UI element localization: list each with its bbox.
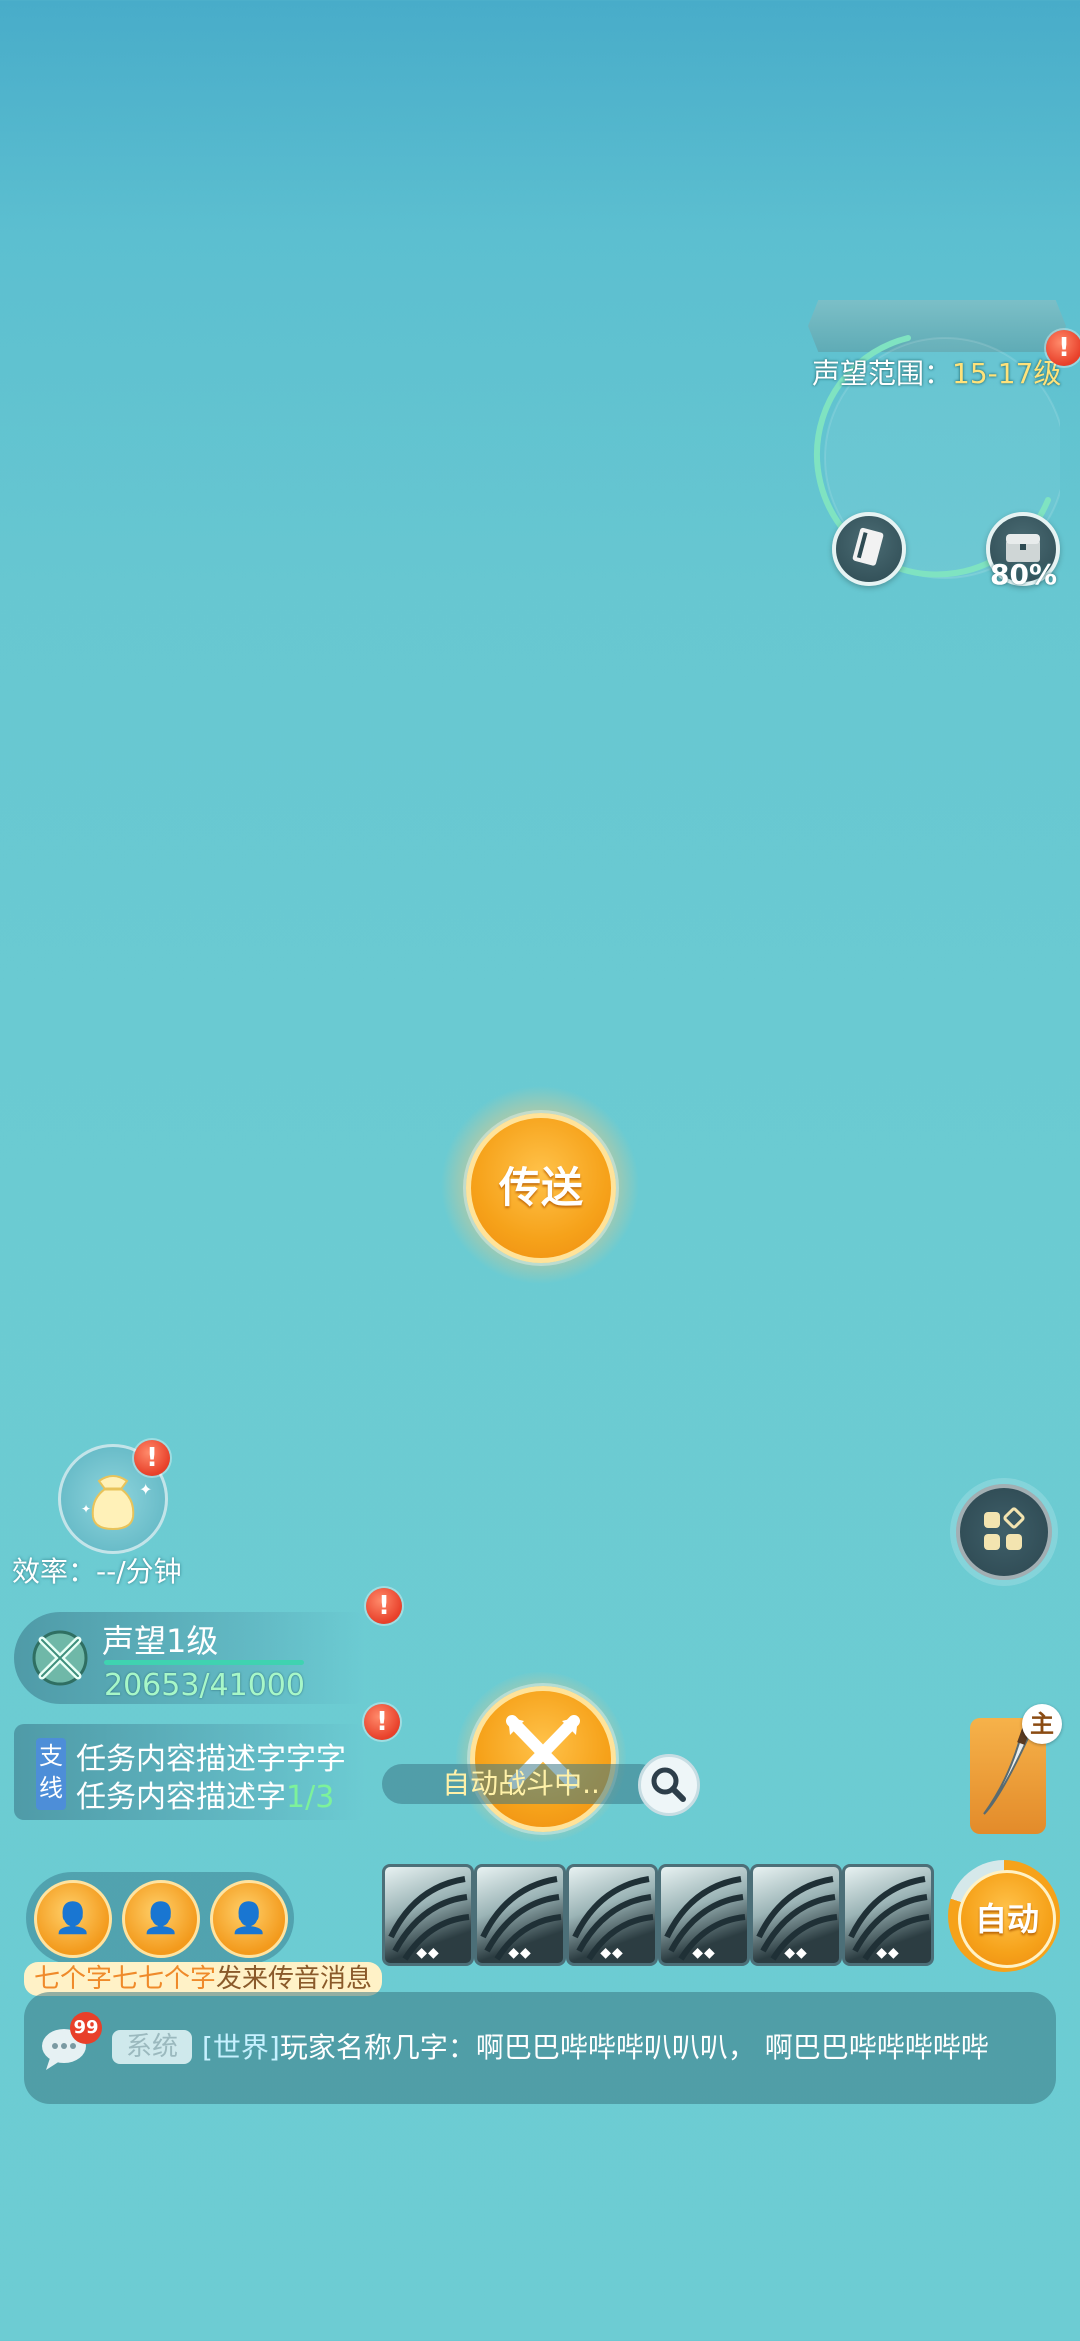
skill-level-pips: ◆◆	[416, 1945, 440, 1961]
skill-level-pips: ◆◆	[508, 1945, 532, 1961]
voice-message-notice[interactable]: 七个字七七个字发来传音消息	[24, 1962, 383, 1996]
skill-slot[interactable]: ◆◆	[474, 1864, 566, 1966]
skill-slot[interactable]: ◆◆	[382, 1864, 474, 1966]
menu-grid-button[interactable]	[956, 1484, 1052, 1580]
fight-button[interactable]	[470, 1686, 616, 1832]
svg-text:✦: ✦	[81, 1502, 91, 1516]
fame-level: 声望1级	[102, 1622, 219, 1660]
bag-alert-icon: !	[134, 1440, 170, 1476]
crossed-swords-icon	[32, 1630, 88, 1686]
skill-slot[interactable]: ◆◆	[750, 1864, 842, 1966]
skill-slot[interactable]: ◆◆	[658, 1864, 750, 1966]
teleport-button[interactable]: 传送	[466, 1113, 616, 1263]
chat-system-tag: 系统	[112, 2030, 192, 2064]
grid-icon	[984, 1507, 1025, 1550]
range-alert-icon: !	[1046, 330, 1080, 366]
fame-alert-icon: !	[366, 1588, 402, 1624]
skill-level-pips: ◆◆	[600, 1945, 624, 1961]
task-type-tag: 支线	[36, 1738, 66, 1810]
efficiency-text: 效率：--/分钟	[12, 1555, 182, 1588]
book-icon[interactable]	[832, 512, 906, 586]
svg-text:✦: ✦	[139, 1480, 152, 1499]
skill-slot[interactable]: ◆◆	[566, 1864, 658, 1966]
range-label: 声望范围：15-17级	[812, 357, 1062, 390]
skill-level-pips: ◆◆	[784, 1945, 808, 1961]
auto-button[interactable]: 自动	[958, 1870, 1056, 1968]
reward-coin-icon[interactable]: 👤	[34, 1880, 112, 1958]
reward-coin-icon[interactable]: 👤	[210, 1880, 288, 1958]
chat-message: [世界]玩家名称几字：啊巴巴哔哔哔叭叭叭， 啊巴巴哔哔哔哔哔	[202, 2031, 989, 2064]
weapon-main-tag: 主	[1022, 1704, 1062, 1744]
fame-progress-bar	[104, 1660, 304, 1665]
chat-unread-badge: 99	[70, 2012, 102, 2044]
task-line-2: 任务内容描述字1/3	[76, 1780, 335, 1815]
search-icon	[651, 1767, 686, 1802]
skill-level-pips: ◆◆	[876, 1945, 900, 1961]
task-alert-icon: !	[364, 1704, 400, 1740]
reward-coin-icon[interactable]: 👤	[122, 1880, 200, 1958]
auto-fight-status: 自动战斗中..	[382, 1764, 660, 1804]
skill-slot[interactable]: ◆◆	[842, 1864, 934, 1966]
chest-progress-text: 80%	[990, 558, 1058, 591]
fame-value: 20653/41000	[104, 1668, 305, 1703]
search-button[interactable]	[638, 1754, 700, 1816]
skill-level-pips: ◆◆	[692, 1945, 716, 1961]
